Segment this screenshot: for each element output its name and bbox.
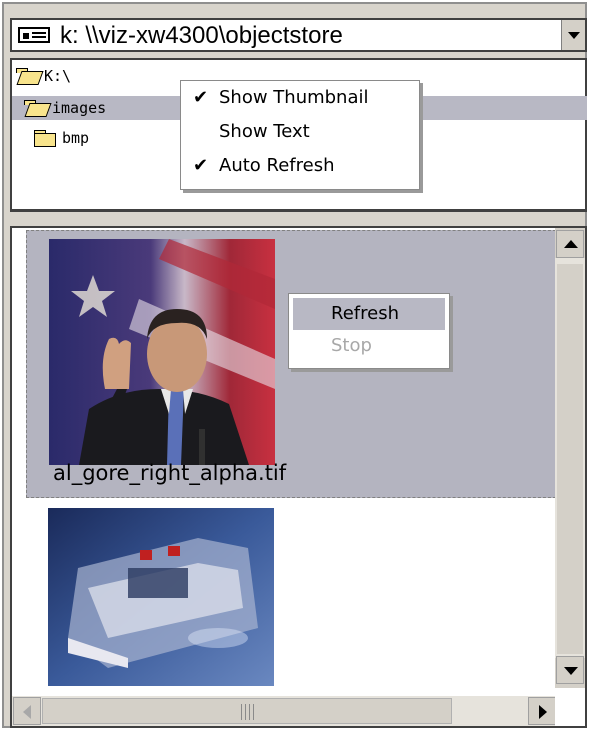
menu-item-label: Refresh bbox=[331, 303, 399, 324]
chevron-down-icon[interactable] bbox=[561, 20, 585, 50]
folder-icon bbox=[34, 130, 56, 147]
grip-icon bbox=[241, 704, 255, 720]
check-icon: ✔ bbox=[193, 87, 209, 108]
menu-item-auto-refresh[interactable]: ✔ Auto Refresh bbox=[181, 149, 419, 183]
open-folder-icon bbox=[16, 68, 38, 84]
path-text: k: \\viz-xw4300\objectstore bbox=[60, 22, 343, 49]
menu-item-label: Stop bbox=[331, 335, 372, 356]
scroll-thumb[interactable] bbox=[557, 264, 583, 654]
menu-item-label: Show Text bbox=[219, 121, 310, 142]
menu-item-label: Show Thumbnail bbox=[219, 87, 369, 108]
scroll-left-icon[interactable] bbox=[13, 697, 41, 725]
tree-item-bmp[interactable]: bmp bbox=[12, 126, 89, 150]
menu-item-refresh[interactable]: Refresh bbox=[293, 298, 445, 330]
thumbnail-item[interactable] bbox=[26, 506, 566, 686]
check-icon: ✔ bbox=[193, 155, 209, 176]
menu-item-label: Auto Refresh bbox=[219, 155, 335, 176]
drive-icon bbox=[18, 27, 50, 43]
thumbnail-label: al_gore_right_alpha.tif bbox=[53, 461, 287, 485]
scroll-down-icon[interactable] bbox=[556, 656, 584, 684]
menu-item-stop[interactable]: Stop bbox=[293, 330, 445, 362]
horizontal-scrollbar[interactable] bbox=[12, 696, 557, 726]
scrollbar-corner bbox=[555, 696, 585, 726]
vertical-scrollbar[interactable] bbox=[555, 228, 585, 688]
open-folder-icon bbox=[24, 100, 46, 116]
view-options-menu: ✔ Show Thumbnail Show Text ✔ Auto Refres… bbox=[180, 80, 420, 190]
scroll-right-icon[interactable] bbox=[528, 697, 556, 725]
tree-item-k-drive[interactable]: K:\ bbox=[12, 64, 71, 88]
scroll-up-icon[interactable] bbox=[556, 230, 584, 258]
ambulance-thumbnail-image bbox=[48, 508, 274, 686]
path-combobox[interactable]: k: \\viz-xw4300\objectstore bbox=[10, 18, 587, 52]
portrait-thumbnail-image bbox=[49, 239, 275, 465]
menu-item-show-thumbnail[interactable]: ✔ Show Thumbnail bbox=[181, 81, 419, 115]
tree-item-label: K:\ bbox=[44, 67, 72, 85]
menu-item-show-text[interactable]: Show Text bbox=[181, 115, 419, 149]
tree-item-label: bmp bbox=[62, 129, 90, 147]
refresh-context-menu: Refresh Stop bbox=[288, 293, 450, 369]
horizontal-scroll-thumb[interactable] bbox=[42, 698, 452, 724]
tree-item-label: images bbox=[52, 99, 107, 117]
